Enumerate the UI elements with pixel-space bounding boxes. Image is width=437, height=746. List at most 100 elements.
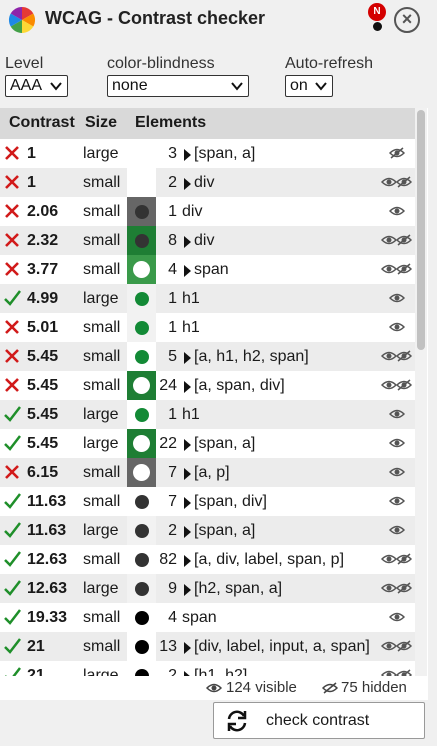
- eye-icon[interactable]: [389, 205, 405, 217]
- expand-toggle-icon[interactable]: [184, 584, 191, 596]
- color-swatch: [127, 458, 156, 487]
- close-button[interactable]: ×: [394, 7, 420, 33]
- chevron-down-icon: [315, 82, 327, 91]
- table-row[interactable]: 2.06 small 1 div: [0, 197, 416, 226]
- table-row[interactable]: 6.15 small 7 [a, p]: [0, 458, 416, 487]
- eye-slash-icon[interactable]: [396, 553, 412, 565]
- scrollbar-thumb[interactable]: [417, 110, 425, 350]
- table-row[interactable]: 21 small 13 [div, label, input, a, span]: [0, 632, 416, 661]
- table-row[interactable]: 2.32 small 8 div: [0, 226, 416, 255]
- eye-icon[interactable]: [381, 640, 397, 652]
- eye-icon[interactable]: [381, 553, 397, 565]
- table-row[interactable]: 5.45 large 1 h1: [0, 400, 416, 429]
- table-row[interactable]: 11.63 small 7 [span, div]: [0, 487, 416, 516]
- element-list[interactable]: [h1, h2]: [194, 667, 247, 676]
- eye-icon[interactable]: [381, 379, 397, 391]
- eye-icon[interactable]: [381, 582, 397, 594]
- check-contrast-button[interactable]: check contrast: [213, 702, 425, 739]
- eye-icon[interactable]: [381, 263, 397, 275]
- element-list[interactable]: [h2, span, a]: [194, 580, 282, 598]
- color-dot: [135, 553, 149, 567]
- eye-slash-icon[interactable]: [396, 234, 412, 246]
- size-value: small: [83, 203, 121, 220]
- expand-toggle-icon[interactable]: [184, 236, 191, 248]
- notification-icon[interactable]: N: [366, 3, 390, 33]
- expand-toggle-icon[interactable]: [184, 555, 191, 567]
- element-list[interactable]: [span, a]: [194, 522, 255, 540]
- contrast-value: 11.63: [27, 493, 67, 510]
- header-contrast[interactable]: Contrast: [9, 114, 75, 132]
- eye-slash-icon[interactable]: [396, 640, 412, 652]
- table-row[interactable]: 1 large 3 [span, a]: [0, 139, 416, 168]
- eye-slash-icon[interactable]: [389, 147, 405, 159]
- eye-icon[interactable]: [389, 466, 405, 478]
- visible-count: 124 visible: [226, 679, 297, 696]
- expand-toggle-icon[interactable]: [184, 381, 191, 393]
- element-list[interactable]: [div, label, input, a, span]: [194, 638, 370, 656]
- expand-toggle-icon[interactable]: [184, 178, 191, 190]
- element-count: 22: [159, 435, 177, 452]
- table-row[interactable]: 11.63 large 2 [span, a]: [0, 516, 416, 545]
- table-row[interactable]: 19.33 small 4 span: [0, 603, 416, 632]
- element-list[interactable]: div: [194, 174, 214, 192]
- eye-icon[interactable]: [381, 176, 397, 188]
- eye-icon[interactable]: [389, 292, 405, 304]
- element-list[interactable]: [span, a]: [194, 145, 255, 163]
- contrast-value: 21: [27, 667, 45, 676]
- eye-icon[interactable]: [389, 611, 405, 623]
- header-elements[interactable]: Elements: [135, 114, 206, 132]
- eye-icon[interactable]: [381, 350, 397, 362]
- header-size[interactable]: Size: [85, 114, 117, 132]
- table-row[interactable]: 12.63 large 9 [h2, span, a]: [0, 574, 416, 603]
- table-row[interactable]: 4.99 large 1 h1: [0, 284, 416, 313]
- table-row[interactable]: 1 small 2 div: [0, 168, 416, 197]
- table-scrollbar[interactable]: [415, 108, 427, 676]
- eye-slash-icon[interactable]: [396, 263, 412, 275]
- eye-slash-icon[interactable]: [396, 582, 412, 594]
- contrast-value: 5.45: [27, 348, 59, 365]
- expand-toggle-icon[interactable]: [184, 642, 191, 654]
- element-list[interactable]: [a, div, label, span, p]: [194, 551, 344, 569]
- element-list[interactable]: [a, span, div]: [194, 377, 285, 395]
- eye-icon[interactable]: [389, 437, 405, 449]
- element-list[interactable]: [a, p]: [194, 464, 230, 482]
- expand-toggle-icon[interactable]: [184, 526, 191, 538]
- expand-toggle-icon[interactable]: [184, 265, 191, 277]
- element-list[interactable]: [a, h1, h2, span]: [194, 348, 309, 366]
- eye-icon[interactable]: [389, 495, 405, 507]
- table-row[interactable]: 5.01 small 1 h1: [0, 313, 416, 342]
- eye-slash-icon[interactable]: [396, 350, 412, 362]
- expand-toggle-icon[interactable]: [184, 352, 191, 364]
- eye-icon[interactable]: [389, 408, 405, 420]
- eye-slash-icon[interactable]: [396, 669, 412, 676]
- eye-icon[interactable]: [381, 234, 397, 246]
- expand-toggle-icon[interactable]: [184, 439, 191, 451]
- eye-icon[interactable]: [389, 321, 405, 333]
- level-select[interactable]: AAA: [5, 75, 68, 97]
- colorblind-select[interactable]: none: [107, 75, 249, 97]
- eye-icon[interactable]: [389, 524, 405, 536]
- element-list[interactable]: div: [194, 232, 214, 250]
- table-row[interactable]: 5.45 small 5 [a, h1, h2, span]: [0, 342, 416, 371]
- table-row[interactable]: 12.63 small 82 [a, div, label, span, p]: [0, 545, 416, 574]
- expand-toggle-icon[interactable]: [184, 468, 191, 480]
- table-row[interactable]: 5.45 small 24 [a, span, div]: [0, 371, 416, 400]
- eye-icon[interactable]: [381, 669, 397, 676]
- expand-toggle-icon[interactable]: [184, 149, 191, 161]
- element-list[interactable]: [span, div]: [194, 493, 267, 511]
- cross-icon: [5, 175, 19, 189]
- color-swatch: [127, 197, 156, 226]
- eye-slash-icon[interactable]: [396, 379, 412, 391]
- element-list[interactable]: span: [194, 261, 229, 279]
- eye-slash-icon[interactable]: [396, 176, 412, 188]
- element-count: 5: [168, 348, 177, 365]
- table-row[interactable]: 21 large 2 [h1, h2]: [0, 661, 416, 676]
- expand-toggle-icon[interactable]: [184, 497, 191, 509]
- size-value: large: [83, 290, 119, 307]
- cross-icon: [5, 146, 19, 160]
- element-list[interactable]: [span, a]: [194, 435, 255, 453]
- autorefresh-select[interactable]: on: [285, 75, 333, 97]
- check-contrast-label: check contrast: [266, 712, 370, 729]
- table-row[interactable]: 5.45 large 22 [span, a]: [0, 429, 416, 458]
- table-row[interactable]: 3.77 small 4 span: [0, 255, 416, 284]
